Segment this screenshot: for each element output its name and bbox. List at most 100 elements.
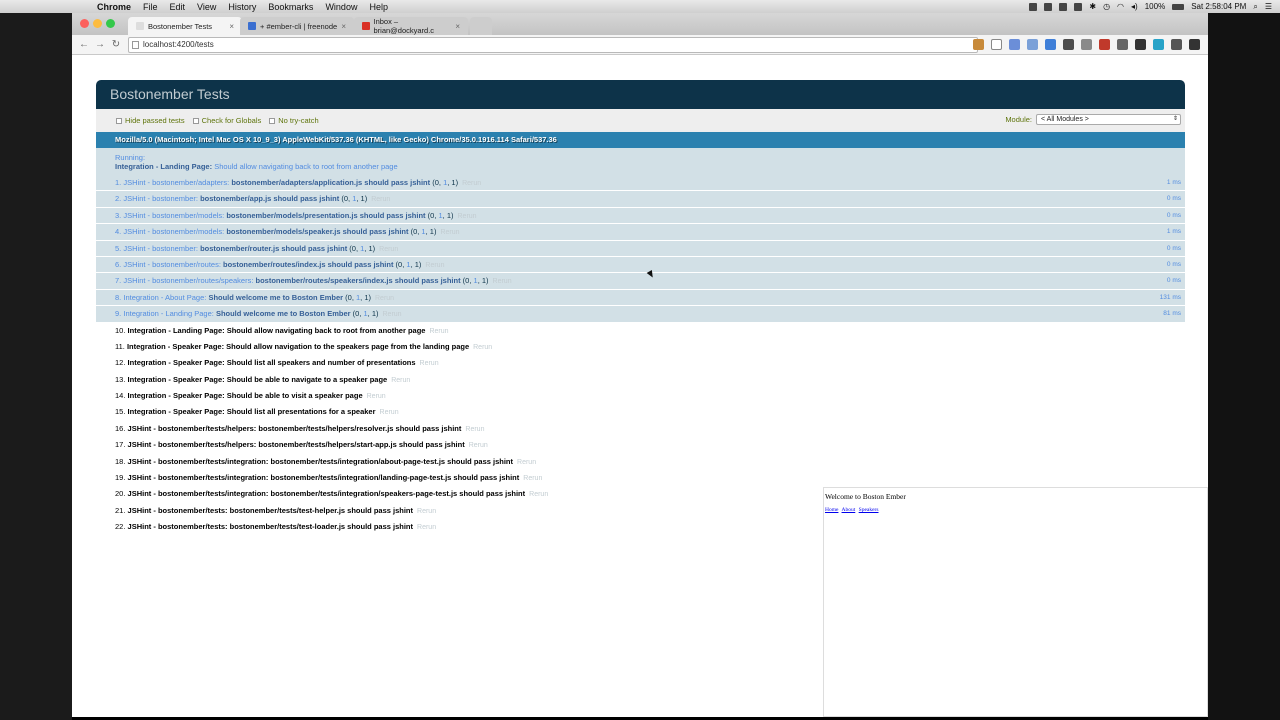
test-row[interactable]: 14. Integration - Speaker Page: Should b… [96, 388, 1185, 405]
test-name[interactable]: bostonember/router.js should pass jshint [200, 244, 347, 253]
clock[interactable]: Sat 2:58:04 PM [1191, 2, 1246, 11]
test-module[interactable]: JSHint - bostonember/adapters: [123, 178, 229, 187]
rerun-link[interactable]: Rerun [429, 328, 448, 335]
test-module[interactable]: Integration - Speaker Page: [128, 358, 225, 367]
extension-g-icon[interactable] [1135, 39, 1146, 50]
translate-icon[interactable] [973, 39, 984, 50]
checkbox[interactable] [269, 117, 276, 124]
test-name[interactable]: bostonember/tests/helpers/start-app.js s… [258, 440, 464, 449]
test-module[interactable]: JSHint - bostonember/tests: [128, 506, 228, 515]
test-row[interactable]: 15. Integration - Speaker Page: Should l… [96, 404, 1185, 421]
rerun-link[interactable]: Rerun [391, 377, 410, 384]
test-name[interactable]: bostonember/tests/test-loader.js should … [230, 522, 413, 531]
test-row[interactable]: 5. JSHint - bostonember: bostonember/rou… [96, 240, 1185, 257]
rerun-link[interactable]: Rerun [375, 295, 394, 302]
test-module[interactable]: JSHint - bostonember/models: [123, 227, 224, 236]
module-select[interactable]: < All Modules > [1036, 114, 1181, 125]
test-row[interactable]: 6. JSHint - bostonember/routes: bostonem… [96, 256, 1185, 274]
tab-bostonember-tests[interactable]: Bostonember Tests × [128, 17, 242, 35]
test-name[interactable]: bostonember/app.js should pass jshint [200, 194, 339, 203]
test-name[interactable]: bostonember/models/presentation.js shoul… [226, 211, 425, 220]
test-row[interactable]: 11. Integration - Speaker Page: Should a… [96, 338, 1185, 356]
wrench-settings-icon[interactable] [1171, 39, 1182, 50]
test-row[interactable]: 3. JSHint - bostonember/models: bostonem… [96, 207, 1185, 225]
rerun-link[interactable]: Rerun [367, 393, 386, 400]
forward-button[interactable]: → [92, 39, 108, 50]
check-globals-option[interactable]: Check for Globals [192, 116, 261, 125]
test-row[interactable]: 7. JSHint - bostonember/routes/speakers:… [96, 273, 1185, 290]
test-row[interactable]: 16. JSHint - bostonember/tests/helpers: … [96, 420, 1185, 438]
test-module[interactable]: Integration - About Page: [123, 293, 206, 302]
rerun-link[interactable]: Rerun [420, 360, 439, 367]
test-name[interactable]: Should allow navigation to the speakers … [226, 342, 469, 351]
test-name[interactable]: bostonember/routes/index.js should pass … [223, 260, 393, 269]
test-module[interactable]: JSHint - bostonember: [123, 244, 198, 253]
test-row[interactable]: 2. JSHint - bostonember: bostonember/app… [96, 191, 1185, 208]
test-name[interactable]: bostonember/tests/integration/landing-pa… [270, 473, 519, 482]
rerun-link[interactable]: Rerun [383, 311, 402, 318]
checkbox[interactable] [116, 117, 122, 124]
close-tab-icon[interactable]: × [455, 22, 460, 31]
test-module[interactable]: Integration - Landing Page: [123, 309, 213, 318]
rerun-link[interactable]: Rerun [440, 229, 459, 236]
gmail-extension-icon[interactable] [1099, 39, 1110, 50]
test-module[interactable]: JSHint - bostonember/tests/helpers: [128, 424, 257, 433]
rerun-link[interactable]: Rerun [417, 508, 436, 515]
test-name[interactable]: Should allow navigating back to root fro… [227, 326, 426, 335]
test-row[interactable]: 12. Integration - Speaker Page: Should l… [96, 355, 1185, 372]
minimize-window-button[interactable] [93, 19, 102, 28]
bluetooth-icon[interactable]: ✱ [1089, 2, 1096, 11]
back-button[interactable]: ← [76, 39, 92, 50]
checkbox[interactable] [192, 117, 199, 124]
menu-view[interactable]: View [197, 2, 216, 12]
extension-e-icon[interactable] [1081, 39, 1092, 50]
test-module[interactable]: Integration - Landing Page: [128, 326, 225, 335]
close-tab-icon[interactable]: × [229, 22, 234, 31]
close-tab-icon[interactable]: × [341, 22, 346, 31]
test-module[interactable]: JSHint - bostonember/routes/speakers: [123, 276, 253, 285]
test-name[interactable]: Should list all speakers and number of p… [227, 358, 416, 367]
test-name[interactable]: bostonember/models/speaker.js should pas… [226, 227, 408, 236]
notification-center-icon[interactable]: ☰ [1265, 2, 1272, 11]
test-name[interactable]: Should welcome me to Boston Ember [216, 309, 351, 318]
rerun-link[interactable]: Rerun [493, 278, 512, 285]
battery-percent[interactable]: 100% [1145, 2, 1165, 11]
test-name[interactable]: Should be able to navigate to a speaker … [227, 375, 387, 384]
test-row[interactable]: 10. Integration - Landing Page: Should a… [96, 322, 1185, 339]
test-row[interactable]: 1. JSHint - bostonember/adapters: boston… [96, 175, 1185, 192]
rerun-link[interactable]: Rerun [523, 475, 542, 482]
test-name[interactable]: bostonember/routes/speakers/index.js sho… [256, 276, 461, 285]
no-try-catch-option[interactable]: No try-catch [269, 116, 319, 125]
tab-inbox[interactable]: Inbox – brian@dockyard.c × [354, 17, 468, 35]
close-window-button[interactable] [80, 19, 89, 28]
test-module[interactable]: JSHint - bostonember: [123, 194, 198, 203]
extension-d-icon[interactable] [1063, 39, 1074, 50]
rerun-link[interactable]: Rerun [371, 196, 390, 203]
menu-history[interactable]: History [228, 2, 256, 12]
about-link[interactable]: About [842, 507, 856, 513]
test-row[interactable]: 13. Integration - Speaker Page: Should b… [96, 371, 1185, 389]
rerun-link[interactable]: Rerun [379, 246, 398, 253]
rerun-link[interactable]: Rerun [473, 344, 492, 351]
test-name[interactable]: bostonember/tests/integration/about-page… [270, 457, 513, 466]
test-module[interactable]: JSHint - bostonember/tests/integration: [128, 457, 269, 466]
test-row[interactable]: 18. JSHint - bostonember/tests/integrati… [96, 453, 1185, 471]
test-row[interactable]: 9. Integration - Landing Page: Should we… [96, 306, 1185, 323]
volume-icon[interactable]: ◂) [1131, 2, 1138, 11]
clock-status-icon[interactable]: ◷ [1103, 2, 1110, 11]
menu-bookmarks[interactable]: Bookmarks [268, 2, 313, 12]
chrome-menu-icon[interactable] [1189, 39, 1200, 50]
test-module[interactable]: JSHint - bostonember/tests/integration: [128, 489, 269, 498]
extension-c-icon[interactable] [1045, 39, 1056, 50]
page-title[interactable]: Bostonember Tests [110, 86, 230, 102]
test-module[interactable]: Integration - Speaker Page: [127, 342, 224, 351]
test-name[interactable]: bostonember/adapters/application.js shou… [231, 178, 430, 187]
zoom-window-button[interactable] [106, 19, 115, 28]
time-machine-icon[interactable] [1059, 2, 1068, 11]
test-name[interactable]: bostonember/tests/test-helper.js should … [230, 506, 413, 515]
menu-app-name[interactable]: Chrome [97, 2, 131, 12]
rerun-link[interactable]: Rerun [462, 180, 481, 187]
reload-button[interactable]: ↻ [108, 39, 124, 50]
wrench-icon[interactable] [1074, 2, 1083, 11]
wifi-icon[interactable]: ◠ [1117, 2, 1124, 11]
